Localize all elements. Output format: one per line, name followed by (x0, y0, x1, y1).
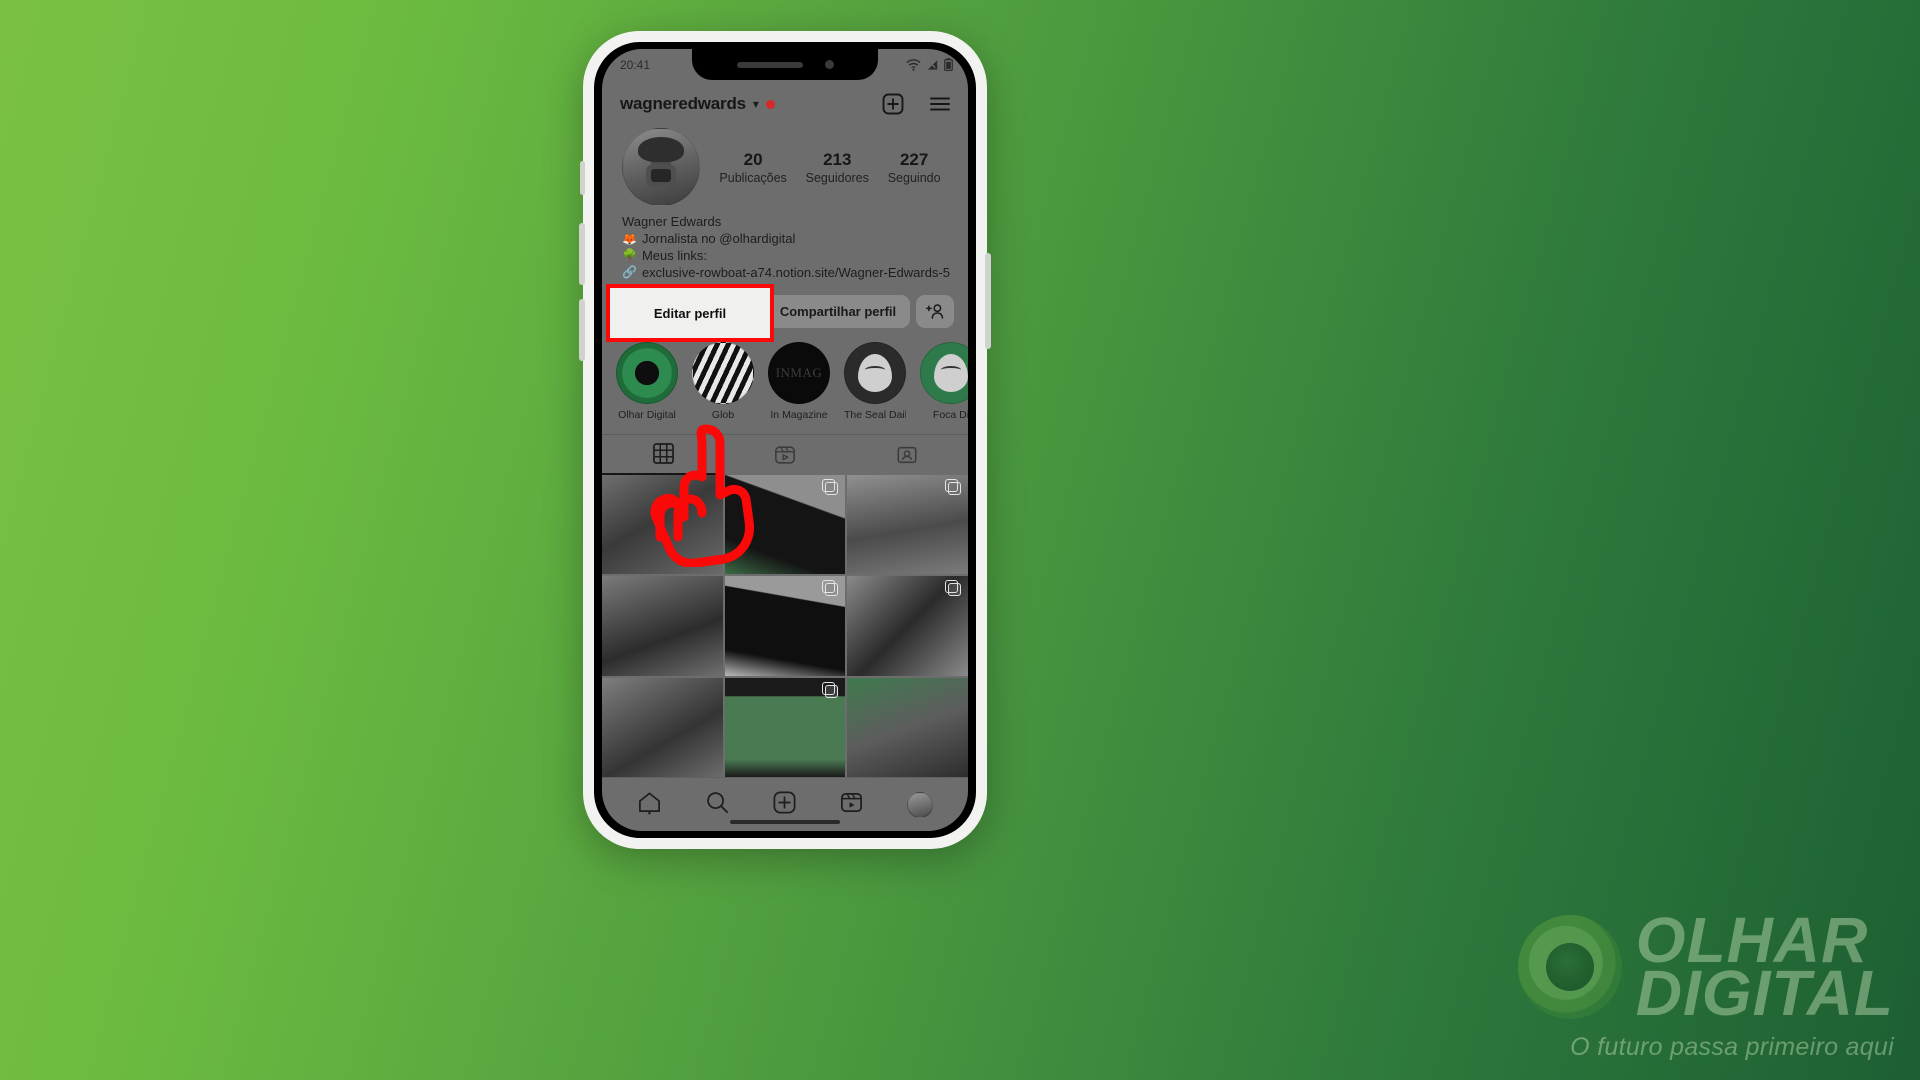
stat-following[interactable]: 227 Seguindo (888, 150, 941, 185)
header-username[interactable]: wagneredwards (620, 94, 746, 114)
tagged-icon (897, 446, 917, 463)
grid-icon (652, 443, 674, 464)
stat-following-count: 227 (899, 149, 929, 169)
status-bar-time: 20:41 (620, 57, 651, 72)
highlight-item[interactable]: Glob (692, 341, 754, 421)
carousel-indicator-icon (822, 681, 839, 698)
grid-post[interactable] (602, 474, 723, 575)
share-profile-button[interactable]: Compartilhar perfil (766, 294, 910, 328)
highlight-label: Olhar Digital (618, 408, 676, 421)
grid-post[interactable] (847, 576, 968, 676)
fox-emoji-icon: 🦊 (622, 231, 637, 246)
highlight-label: In Magazine (770, 408, 828, 421)
phone-screen: 20:41 wagneredwards ▾ 20 Publicações 213… (602, 49, 968, 831)
hamburger-menu-icon[interactable] (928, 92, 952, 116)
add-person-icon[interactable] (916, 294, 954, 328)
profile-header: wagneredwards ▾ (602, 80, 968, 126)
tab-tagged[interactable] (846, 435, 968, 475)
stat-posts-label: Publicações (719, 170, 787, 185)
front-camera (824, 60, 834, 69)
carousel-indicator-icon (944, 478, 961, 495)
tab-reels[interactable] (724, 435, 846, 475)
carousel-indicator-icon (944, 580, 961, 597)
highlight-label: The Seal Daily (844, 408, 906, 421)
wifi-off-icon (906, 58, 921, 71)
nav-home-icon[interactable] (637, 790, 662, 820)
olhar-digital-eye-logo-icon (1517, 915, 1622, 1020)
highlight-item[interactable]: INMAG In Magazine (768, 341, 830, 421)
nav-add-icon[interactable] (772, 790, 797, 820)
posts-grid (602, 474, 968, 777)
stat-followers[interactable]: 213 Seguidores (806, 150, 869, 185)
bio-link[interactable]: 🔗 exclusive-rowboat-a74.notion.site/Wagn… (622, 265, 950, 282)
avatar[interactable] (622, 128, 700, 206)
reels-icon (775, 445, 795, 464)
grid-post[interactable] (602, 576, 723, 676)
signal-icon (927, 59, 938, 70)
grid-post[interactable] (602, 677, 723, 777)
volume-up-button[interactable] (579, 223, 585, 285)
stat-posts-count: 20 (743, 149, 763, 169)
tree-emoji-icon: 🌳 (622, 248, 637, 263)
earpiece-speaker (736, 61, 803, 68)
profile-summary: 20 Publicações 213 Seguidores 227 Seguin… (602, 126, 968, 206)
highlight-item[interactable]: Foca Di (920, 341, 968, 421)
highlight-cover-icon: INMAG (768, 341, 830, 404)
highlight-item[interactable]: The Seal Daily (844, 341, 906, 421)
bio-line-job-text: Jornalista no @olhardigital (641, 230, 796, 246)
highlight-cover-icon (920, 341, 968, 404)
stat-followers-label: Seguidores (805, 170, 869, 185)
stat-following-label: Seguindo (887, 170, 941, 185)
highlight-cover-icon (616, 341, 678, 404)
watermark-tagline: O futuro passa primeiro aqui (1570, 1033, 1894, 1061)
link-emoji-icon: 🔗 (622, 265, 637, 280)
highlight-cover-icon (844, 341, 906, 404)
profile-tabs (602, 433, 968, 475)
battery-icon (944, 58, 953, 71)
stat-posts[interactable]: 20 Publicações (719, 150, 786, 185)
nav-profile-icon[interactable] (906, 791, 933, 818)
bio-line-links: 🌳 Meus links: (622, 248, 950, 265)
tab-grid[interactable] (602, 435, 724, 475)
grid-post[interactable] (724, 677, 846, 777)
highlight-label: Foca Di (932, 408, 968, 421)
watermark-brand-line2: DIGITAL (1635, 957, 1894, 1030)
phone-mockup: 20:41 wagneredwards ▾ 20 Publicações 213… (579, 31, 991, 849)
profile-bio: Wagner Edwards 🦊 Jornalista no @olhardig… (602, 206, 968, 282)
nav-search-icon[interactable] (705, 790, 730, 820)
stat-followers-count: 213 (823, 149, 852, 169)
carousel-indicator-icon (822, 478, 839, 495)
bio-line-links-text: Meus links: (641, 247, 707, 263)
highlight-item[interactable]: Olhar Digital (616, 341, 678, 421)
highlight-cover-icon (692, 341, 754, 404)
grid-post[interactable] (724, 576, 846, 676)
watermark-brand-line1: OLHAR (1635, 903, 1869, 976)
editar-perfil-highlight-annotation[interactable]: Editar perfil (606, 284, 774, 342)
phone-bezel: 20:41 wagneredwards ▾ 20 Publicações 213… (594, 42, 976, 838)
notification-dot-badge (765, 99, 775, 109)
volume-down-button[interactable] (579, 299, 585, 361)
power-button[interactable] (985, 253, 991, 349)
chevron-down-icon[interactable]: ▾ (753, 97, 759, 111)
grid-post[interactable] (847, 677, 968, 777)
highlight-label: Glob (711, 408, 735, 421)
grid-post[interactable] (724, 474, 846, 575)
home-indicator (730, 820, 840, 824)
silent-switch-button[interactable] (580, 161, 585, 195)
grid-post[interactable] (847, 474, 968, 575)
profile-stats: 20 Publicações 213 Seguidores 227 Seguin… (700, 150, 950, 185)
phone-notch (692, 49, 878, 80)
bio-line-job: 🦊 Jornalista no @olhardigital (622, 231, 950, 248)
plus-box-icon[interactable] (881, 92, 905, 116)
bio-display-name: Wagner Edwards (622, 214, 722, 229)
bio-link-url: exclusive-rowboat-a74.notion.site/Wagner… (641, 264, 950, 280)
olhar-digital-watermark: OLHAR DIGITAL O futuro passa primeiro aq… (1517, 903, 1894, 1063)
carousel-indicator-icon (822, 580, 839, 597)
nav-reels-icon[interactable] (839, 790, 864, 820)
